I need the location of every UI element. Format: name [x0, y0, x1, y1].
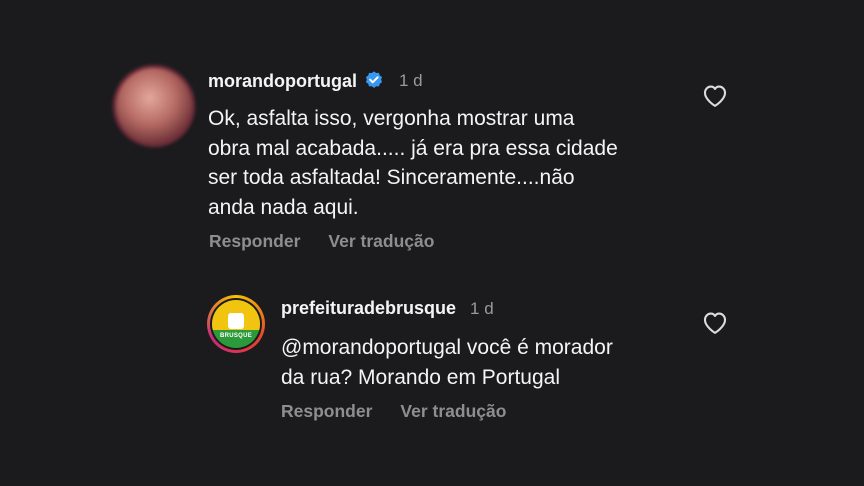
- reply-header: prefeituradebrusque 1 d: [281, 298, 494, 319]
- logo-emblem-icon: [228, 313, 244, 330]
- reply-button[interactable]: Responder: [209, 231, 300, 252]
- see-translation-button[interactable]: Ver tradução: [328, 231, 434, 252]
- comments-screen: morandoportugal 1 d Ok, asfalta isso, ve…: [0, 0, 864, 486]
- logo-text: BRUSQUE: [219, 333, 253, 339]
- comment-actions: Responder Ver tradução: [209, 231, 434, 252]
- avatar[interactable]: [113, 65, 195, 147]
- comment-time: 1 d: [399, 71, 423, 90]
- reply-actions: Responder Ver tradução: [281, 401, 506, 422]
- reply-time: 1 d: [470, 298, 494, 318]
- username[interactable]: morandoportugal: [208, 71, 357, 92]
- heart-outline-icon[interactable]: [701, 82, 729, 108]
- avatar-ring: BRUSQUE: [210, 298, 262, 350]
- reply-text: @morandoportugal você é morador da rua? …: [281, 336, 613, 389]
- comment-header: morandoportugal 1 d: [208, 70, 423, 92]
- reply-button[interactable]: Responder: [281, 401, 372, 422]
- brusque-logo: BRUSQUE: [212, 300, 260, 348]
- heart-outline-icon[interactable]: [701, 309, 729, 335]
- avatar[interactable]: BRUSQUE: [207, 295, 265, 353]
- verified-badge-icon: [363, 70, 385, 92]
- see-translation-button[interactable]: Ver tradução: [400, 401, 506, 422]
- username[interactable]: prefeituradebrusque: [281, 298, 456, 319]
- comment-text: Ok, asfalta isso, vergonha mostrar uma o…: [208, 107, 618, 219]
